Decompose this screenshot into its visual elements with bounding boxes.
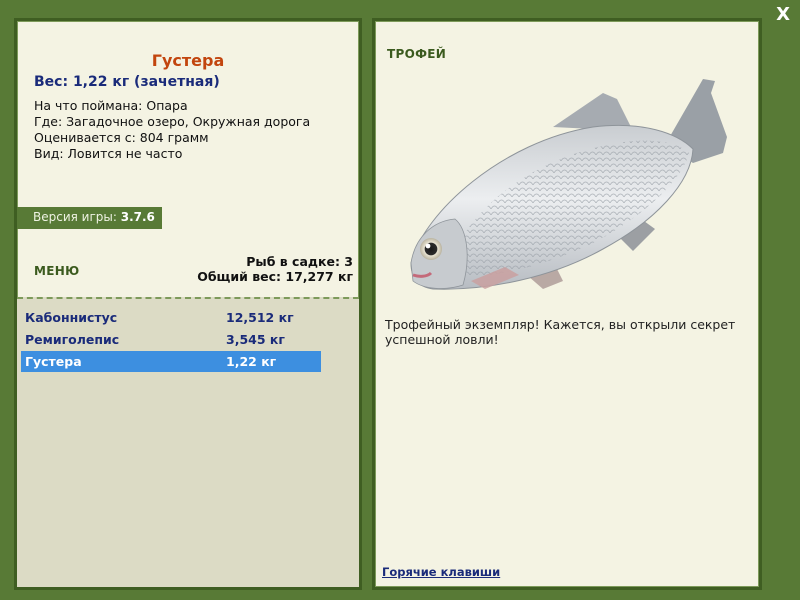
list-item-weight: 1,22 кг: [226, 354, 277, 369]
list-item-name: Кабоннистус: [25, 310, 118, 325]
fish-evaluation-info: Оценивается с: 804 грамм: [34, 130, 209, 145]
fish-location-info: Где: Загадочное озеро, Окружная дорога: [34, 114, 311, 129]
list-item-name: Ремиголепис: [25, 332, 120, 347]
version-value: 3.7.6: [120, 210, 155, 224]
hotkeys-link[interactable]: Горячие клавиши: [382, 565, 500, 579]
fish-info-panel: Густера Вес: 1,22 кг (зачетная) На что п…: [14, 18, 362, 590]
list-item-weight: 12,512 кг: [226, 310, 294, 325]
catch-list: Кабоннистус 12,512 кг Ремиголепис 3,545 …: [17, 297, 359, 587]
list-item-name: Густера: [25, 354, 82, 369]
close-icon[interactable]: X: [776, 6, 790, 24]
fish-rarity-info: Вид: Ловится не часто: [34, 146, 183, 161]
cage-total-weight: Общий вес: 17,277 кг: [197, 269, 353, 284]
list-item[interactable]: Кабоннистус 12,512 кг: [21, 307, 321, 328]
cage-count: Рыб в садке: 3: [246, 254, 353, 269]
cage-summary: Рыб в садке: 3 Общий вес: 17,277 кг: [197, 254, 353, 284]
version-bar: Версия игры: 3.7.6: [17, 207, 162, 229]
fish-image: [410, 79, 727, 290]
list-item-weight: 3,545 кг: [226, 332, 285, 347]
trophy-panel: ТРОФЕЙ Трофейный экземпляр! Кажется, вы …: [372, 18, 762, 590]
list-item[interactable]: Ремиголепис 3,545 кг: [21, 329, 321, 350]
trophy-description: Трофейный экземпляр! Кажется, вы открыли…: [385, 317, 736, 347]
fish-bait-info: На что поймана: Опара: [34, 98, 188, 113]
fish-weight: Вес: 1,22 кг (зачетная): [34, 74, 220, 90]
fish-title: Густера: [151, 51, 225, 70]
menu-button[interactable]: МЕНЮ: [34, 264, 79, 278]
version-label: Версия игры:: [33, 210, 117, 224]
list-item-selected[interactable]: Густера 1,22 кг: [21, 351, 321, 372]
